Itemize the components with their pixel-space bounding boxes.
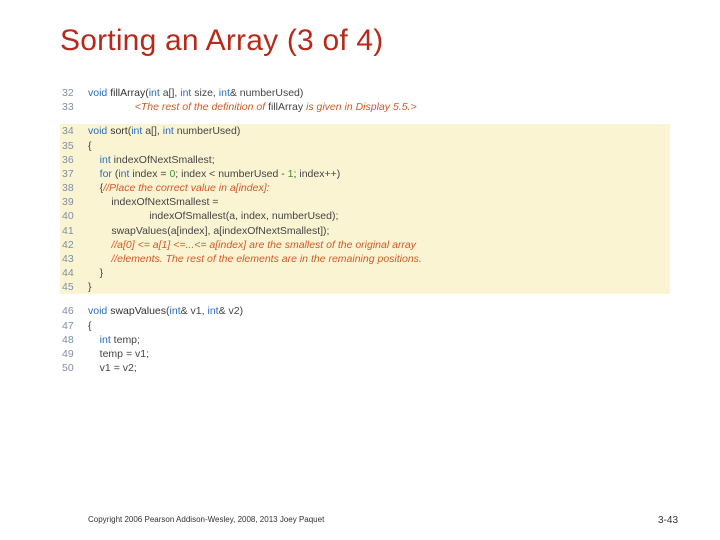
footer: Copyright 2006 Pearson Addison-Wesley, 2… xyxy=(0,515,720,526)
code-line: 49 temp = v1; xyxy=(60,347,670,361)
line-number: 49 xyxy=(60,347,88,361)
code-line: 32void fillArray(int a[], int size, int&… xyxy=(60,86,670,100)
code-line: 50 v1 = v2; xyxy=(60,361,670,375)
code-line: 35{ xyxy=(60,139,670,153)
code-content: v1 = v2; xyxy=(88,361,670,375)
code-content: { xyxy=(88,139,670,153)
line-number: 32 xyxy=(60,86,88,100)
code-content: { xyxy=(88,319,670,333)
code-line: 44 } xyxy=(60,266,670,280)
code-section: 46void swapValues(int& v1, int& v2)47{48… xyxy=(60,304,670,375)
code-content: int temp; xyxy=(88,333,670,347)
slide-title: Sorting an Array (3 of 4) xyxy=(60,24,670,58)
code-content: indexOfSmallest(a, index, numberUsed); xyxy=(88,209,670,223)
code-content: int indexOfNextSmallest; xyxy=(88,153,670,167)
code-content: swapValues(a[index], a[indexOfNextSmalle… xyxy=(88,224,670,238)
code-content: void fillArray(int a[], int size, int& n… xyxy=(88,86,670,100)
line-number: 47 xyxy=(60,319,88,333)
code-line: 40 indexOfSmallest(a, index, numberUsed)… xyxy=(60,209,670,223)
code-line: 47{ xyxy=(60,319,670,333)
code-line: 39 indexOfNextSmallest = xyxy=(60,195,670,209)
code-content: } xyxy=(88,280,670,294)
line-number: 45 xyxy=(60,280,88,294)
code-content: void swapValues(int& v1, int& v2) xyxy=(88,304,670,318)
code-content: <The rest of the definition of fillArray… xyxy=(88,100,670,114)
code-line: 41 swapValues(a[index], a[indexOfNextSma… xyxy=(60,224,670,238)
line-number: 39 xyxy=(60,195,88,209)
line-number: 33 xyxy=(60,100,88,114)
line-number: 36 xyxy=(60,153,88,167)
code-line: 36 int indexOfNextSmallest; xyxy=(60,153,670,167)
line-number: 41 xyxy=(60,224,88,238)
code-line: 37 for (int index = 0; index < numberUse… xyxy=(60,167,670,181)
code-content: for (int index = 0; index < numberUsed -… xyxy=(88,167,670,181)
code-line: 46void swapValues(int& v1, int& v2) xyxy=(60,304,670,318)
code-line: 33 <The rest of the definition of fillAr… xyxy=(60,100,670,114)
code-line: 38 {//Place the correct value in a[index… xyxy=(60,181,670,195)
code-content: temp = v1; xyxy=(88,347,670,361)
code-listing: 32void fillArray(int a[], int size, int&… xyxy=(60,86,670,375)
line-number: 40 xyxy=(60,209,88,223)
code-line: 42 //a[0] <= a[1] <=...<= a[index] are t… xyxy=(60,238,670,252)
line-number: 34 xyxy=(60,124,88,138)
code-line: 48 int temp; xyxy=(60,333,670,347)
line-number: 37 xyxy=(60,167,88,181)
code-content: } xyxy=(88,266,670,280)
code-section: 32void fillArray(int a[], int size, int&… xyxy=(60,86,670,114)
code-content: //elements. The rest of the elements are… xyxy=(88,252,670,266)
code-content: {//Place the correct value in a[index]: xyxy=(88,181,670,195)
line-number: 44 xyxy=(60,266,88,280)
code-line: 43 //elements. The rest of the elements … xyxy=(60,252,670,266)
slide: Sorting an Array (3 of 4) 32void fillArr… xyxy=(0,0,720,540)
line-number: 50 xyxy=(60,361,88,375)
code-content: void sort(int a[], int numberUsed) xyxy=(88,124,670,138)
line-number: 38 xyxy=(60,181,88,195)
line-number: 35 xyxy=(60,139,88,153)
line-number: 48 xyxy=(60,333,88,347)
code-line: 45} xyxy=(60,280,670,294)
line-number: 42 xyxy=(60,238,88,252)
code-content: //a[0] <= a[1] <=...<= a[index] are the … xyxy=(88,238,670,252)
line-number: 43 xyxy=(60,252,88,266)
line-number: 46 xyxy=(60,304,88,318)
page-number: 3-43 xyxy=(658,515,678,526)
code-content: indexOfNextSmallest = xyxy=(88,195,670,209)
code-section: 34void sort(int a[], int numberUsed)35{3… xyxy=(60,124,670,294)
copyright-text: Copyright 2006 Pearson Addison-Wesley, 2… xyxy=(88,515,324,526)
code-line: 34void sort(int a[], int numberUsed) xyxy=(60,124,670,138)
